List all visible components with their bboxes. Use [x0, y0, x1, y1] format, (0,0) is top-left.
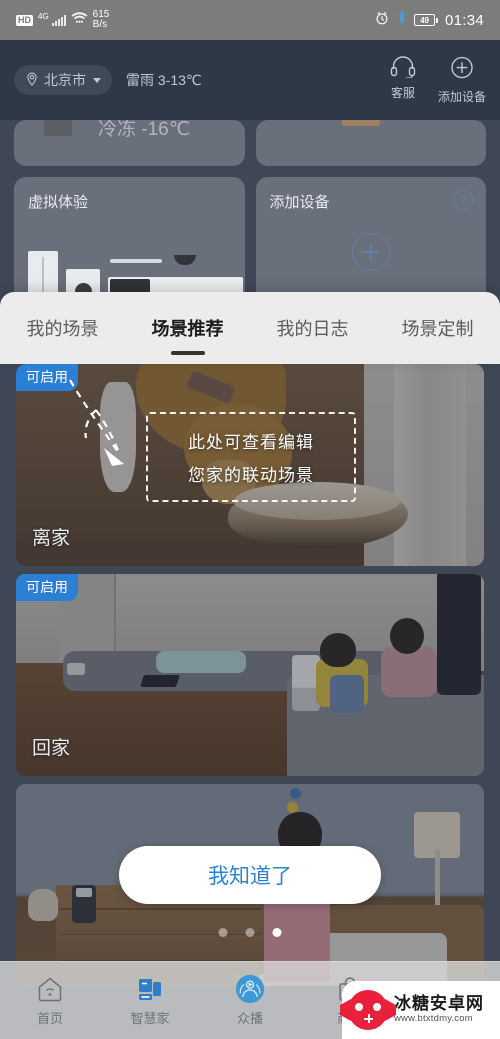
location-pin-icon: [25, 72, 39, 89]
network-speed-unit: B/s: [92, 19, 108, 30]
scene-name-label: 回家: [32, 738, 71, 759]
watermark-text: 冰糖安卓网 www.btxtdmy.com: [394, 995, 484, 1024]
tab-my-scenes[interactable]: 我的场景: [23, 313, 103, 343]
got-it-button[interactable]: 我知道了: [119, 846, 381, 904]
nav-label: 首页: [36, 1011, 63, 1026]
alarm-clock-icon: [375, 11, 389, 30]
tab-scene-custom[interactable]: 场景定制: [398, 313, 478, 343]
app-header: 北京市 雷雨 3-13℃ 客服 添加设备: [0, 40, 500, 120]
location-label: 北京市: [44, 72, 86, 88]
customer-service-label: 客服: [390, 85, 415, 100]
add-device-label: 添加设备: [437, 89, 486, 104]
pagination-dot[interactable]: [245, 928, 255, 937]
network-speed: 615 B/s: [93, 10, 110, 30]
broadcast-icon: [235, 974, 265, 1004]
watermark-url: www.btxtdmy.com: [394, 1013, 473, 1025]
status-bar-right: 49 01:34: [375, 10, 484, 30]
tile-column-left: 冷冻 -16℃ 虚拟体验: [14, 120, 245, 315]
watermark-name: 冰糖安卓网: [394, 994, 484, 1014]
header-actions: 客服 添加设备: [390, 55, 486, 105]
scene-card-come-home[interactable]: 可启用 回家: [16, 574, 484, 776]
tab-label: 场景定制: [401, 319, 474, 339]
hd-icon: HD: [16, 14, 33, 26]
network-type-label: 4G: [38, 11, 49, 21]
nav-item-smart-home[interactable]: 智慧家: [100, 974, 200, 1027]
virtual-experience-title: 虚拟体验: [28, 194, 89, 211]
tab-active-indicator: [170, 351, 205, 355]
fridge-tile-cutoff[interactable]: 冷冻 -16℃: [14, 120, 245, 166]
app-root: HD 4G 615 B/s 49 01:34 北京市 雷雨 3-13℃ 客服 添…: [0, 0, 500, 1039]
pagination-dot-active[interactable]: [272, 928, 282, 937]
smart-home-icon: [135, 974, 165, 1004]
pagination-dot[interactable]: [218, 928, 228, 937]
status-badge: 可启用: [16, 574, 78, 601]
headset-icon: [390, 55, 416, 81]
add-device-button[interactable]: 添加设备: [438, 56, 486, 105]
chevron-down-icon: [93, 77, 101, 83]
second-tile-cutoff[interactable]: [255, 120, 486, 166]
nav-item-broadcast[interactable]: 众播: [200, 974, 300, 1027]
add-device-tile-title: 添加设备: [269, 194, 330, 211]
battery-percent: 49: [413, 14, 435, 26]
got-it-label: 我知道了: [208, 865, 292, 888]
tab-scene-recommend[interactable]: 场景推荐: [148, 313, 228, 355]
plus-circle-icon: [449, 56, 475, 85]
nav-item-home[interactable]: 首页: [0, 974, 100, 1027]
tab-label: 场景推荐: [151, 319, 224, 339]
bluetooth-icon: [396, 10, 407, 30]
device-tiles: 冷冻 -16℃ 虚拟体验 添加设备 ?: [0, 120, 500, 315]
signal-bars-icon: [51, 14, 66, 26]
location-selector[interactable]: 北京市: [14, 65, 112, 95]
scene-name-label: 离家: [32, 528, 71, 549]
annotation-tooltip: 此处可查看编辑 您家的联动场景: [146, 412, 356, 502]
nav-label: 智慧家: [130, 1011, 170, 1026]
candy-gamepad-icon: [348, 990, 388, 1030]
scene-scrim: [16, 574, 484, 776]
status-bar-clock: 01:34: [444, 11, 484, 29]
fridge-temp-label: 冷冻 -16℃: [98, 120, 191, 140]
home-wifi-icon: [35, 974, 65, 1004]
tab-my-log[interactable]: 我的日志: [273, 313, 353, 343]
status-bar: HD 4G 615 B/s 49 01:34: [0, 0, 500, 40]
battery-icon: 49: [413, 14, 438, 26]
nav-label: 众播: [236, 1011, 263, 1026]
wifi-icon: [71, 11, 88, 29]
tile-column-right: 添加设备 ?: [255, 120, 486, 315]
annotation-line-1: 此处可查看编辑: [188, 433, 314, 452]
site-watermark: 冰糖安卓网 www.btxtdmy.com: [342, 981, 500, 1039]
scene-card-leave-home[interactable]: 可启用 此处可查看编辑 您家的联动场景 离家: [16, 364, 484, 566]
tab-label: 我的日志: [276, 319, 349, 339]
plus-icon[interactable]: [351, 233, 390, 271]
status-bar-left: HD 4G 615 B/s: [16, 10, 109, 30]
customer-service-button[interactable]: 客服: [390, 55, 416, 105]
scene-tab-bar: 我的场景 场景推荐 我的日志 场景定制: [0, 292, 500, 364]
pagination-dots: [218, 928, 282, 937]
annotation-line-2: 您家的联动场景: [188, 466, 314, 485]
tab-label: 我的场景: [26, 319, 99, 339]
question-mark-icon[interactable]: ?: [453, 190, 473, 210]
weather-label: 雷雨 3-13℃: [126, 72, 202, 88]
location-weather-group: 北京市 雷雨 3-13℃: [14, 65, 202, 95]
